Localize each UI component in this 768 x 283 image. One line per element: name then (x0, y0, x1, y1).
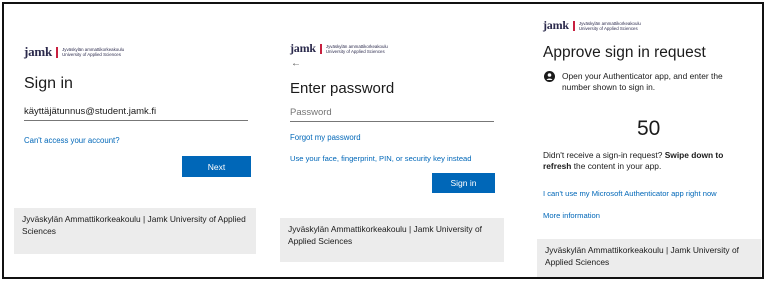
sign-in-button[interactable]: Sign in (432, 173, 495, 193)
footer: Jyväskylän Ammattikorkeakoulu | Jamk Uni… (280, 218, 504, 262)
logo-divider (319, 43, 322, 54)
logo-wordmark: jamk (543, 18, 569, 32)
logo-subtitle-line2: University of Applied Sciences (62, 52, 121, 57)
logo-subtitle-line2: University of Applied Sciences (325, 48, 385, 54)
didnt-receive-message: Didn't receive a sign-in request? Swipe … (543, 150, 753, 172)
jamk-logo: jamk Jyväskylän ammattikorkeakoulu Unive… (24, 44, 124, 60)
more-information-link[interactable]: More information (543, 211, 600, 220)
logo-subtitle: Jyväskylän ammattikorkeakoulu University… (579, 21, 641, 31)
logo-subtitle-line2: University of Applied Sciences (578, 25, 638, 31)
logo-subtitle-line1: Jyväskylän ammattikorkeakoulu (578, 20, 641, 26)
logo-divider (572, 20, 575, 31)
back-arrow-icon[interactable]: ← (291, 58, 301, 69)
next-button[interactable]: Next (182, 156, 251, 177)
logo-wordmark: jamk (24, 44, 53, 59)
signin-panel: jamk Jyväskylän ammattikorkeakoulu Unive… (4, 4, 263, 277)
approve-panel: jamk Jyväskylän ammattikorkeakoulu Unive… (527, 4, 765, 277)
logo-subtitle-line1: Jyväskylän ammattikorkeakoulu (325, 43, 388, 49)
jamk-logo: jamk Jyväskylän ammattikorkeakoulu Unive… (290, 41, 388, 56)
page-title: Approve sign in request (543, 44, 706, 61)
forgot-password-link[interactable]: Forgot my password (290, 133, 361, 142)
authenticator-person-icon (544, 71, 555, 82)
sign-in-number: 50 (637, 117, 661, 140)
logo-wordmark: jamk (290, 41, 316, 55)
swipe-suffix-text: the content in your app. (573, 161, 662, 171)
logo-subtitle: Jyväskylän ammattikorkeakoulu University… (62, 47, 124, 57)
logo-divider (56, 46, 59, 58)
footer: Jyväskylän Ammattikorkeakoulu | Jamk Uni… (537, 239, 761, 277)
jamk-logo: jamk Jyväskylän ammattikorkeakoulu Unive… (543, 18, 641, 33)
page-title: Sign in (24, 75, 73, 92)
cant-access-link[interactable]: Can't access your account? (24, 136, 120, 145)
username-input[interactable] (24, 106, 248, 121)
password-input[interactable] (290, 107, 494, 122)
footer: Jyväskylän Ammattikorkeakoulu | Jamk Uni… (14, 208, 256, 254)
cant-use-authenticator-link[interactable]: I can't use my Microsoft Authenticator a… (543, 189, 717, 198)
didnt-receive-text: Didn't receive a sign-in request? (543, 150, 663, 160)
logo-subtitle: Jyväskylän ammattikorkeakoulu University… (326, 44, 388, 54)
authenticator-instruction: Open your Authenticator app, and enter t… (562, 71, 723, 92)
page-title: Enter password (290, 80, 395, 97)
password-panel: jamk Jyväskylän ammattikorkeakoulu Unive… (266, 4, 512, 277)
screenshot-frame: jamk Jyväskylän ammattikorkeakoulu Unive… (2, 2, 764, 279)
alt-signin-method-link[interactable]: Use your face, fingerprint, PIN, or secu… (290, 154, 471, 163)
